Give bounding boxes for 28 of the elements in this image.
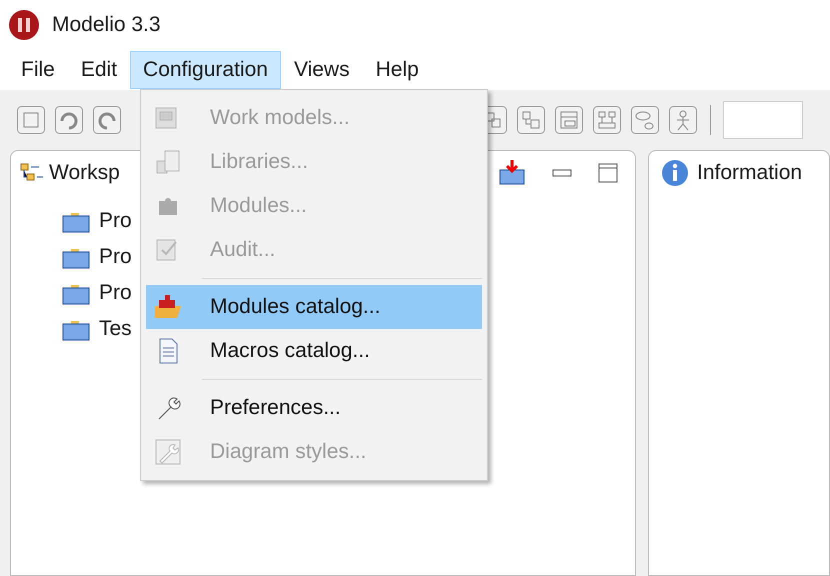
menu-item[interactable]: Views <box>280 51 363 89</box>
maximize-icon[interactable] <box>597 162 619 184</box>
project-item[interactable]: Pro <box>99 205 132 237</box>
diagram-icon[interactable] <box>554 105 584 135</box>
menu-item[interactable]: File <box>8 51 68 89</box>
search-field[interactable] <box>723 101 803 139</box>
menu-option[interactable]: Preferences... <box>146 386 482 430</box>
menu-option[interactable]: Modules catalog... <box>146 285 482 329</box>
diagram-icon[interactable] <box>516 105 546 135</box>
actor-icon[interactable] <box>668 105 698 135</box>
redo-icon[interactable] <box>92 105 122 135</box>
undo-icon[interactable] <box>54 105 84 135</box>
menu-item[interactable]: Configuration <box>130 51 281 89</box>
menu-option[interactable]: Macros catalog... <box>146 329 482 373</box>
project-item[interactable]: Pro <box>99 277 132 309</box>
window-title: Modelio 3.3 <box>52 12 161 38</box>
app-logo-icon <box>8 9 40 41</box>
styles-icon <box>153 437 183 467</box>
panel-title: Information <box>697 160 802 186</box>
menu-item[interactable]: Edit <box>68 51 130 89</box>
project-item[interactable]: Tes <box>99 313 132 345</box>
save-icon[interactable] <box>16 105 46 135</box>
project-item[interactable]: Pro <box>99 241 132 273</box>
panel-title: Worksp <box>49 160 120 186</box>
diagram-icon[interactable] <box>630 105 660 135</box>
info-icon <box>661 159 689 187</box>
diagram-icon[interactable] <box>592 105 622 135</box>
menu-item[interactable]: Help <box>362 51 432 89</box>
